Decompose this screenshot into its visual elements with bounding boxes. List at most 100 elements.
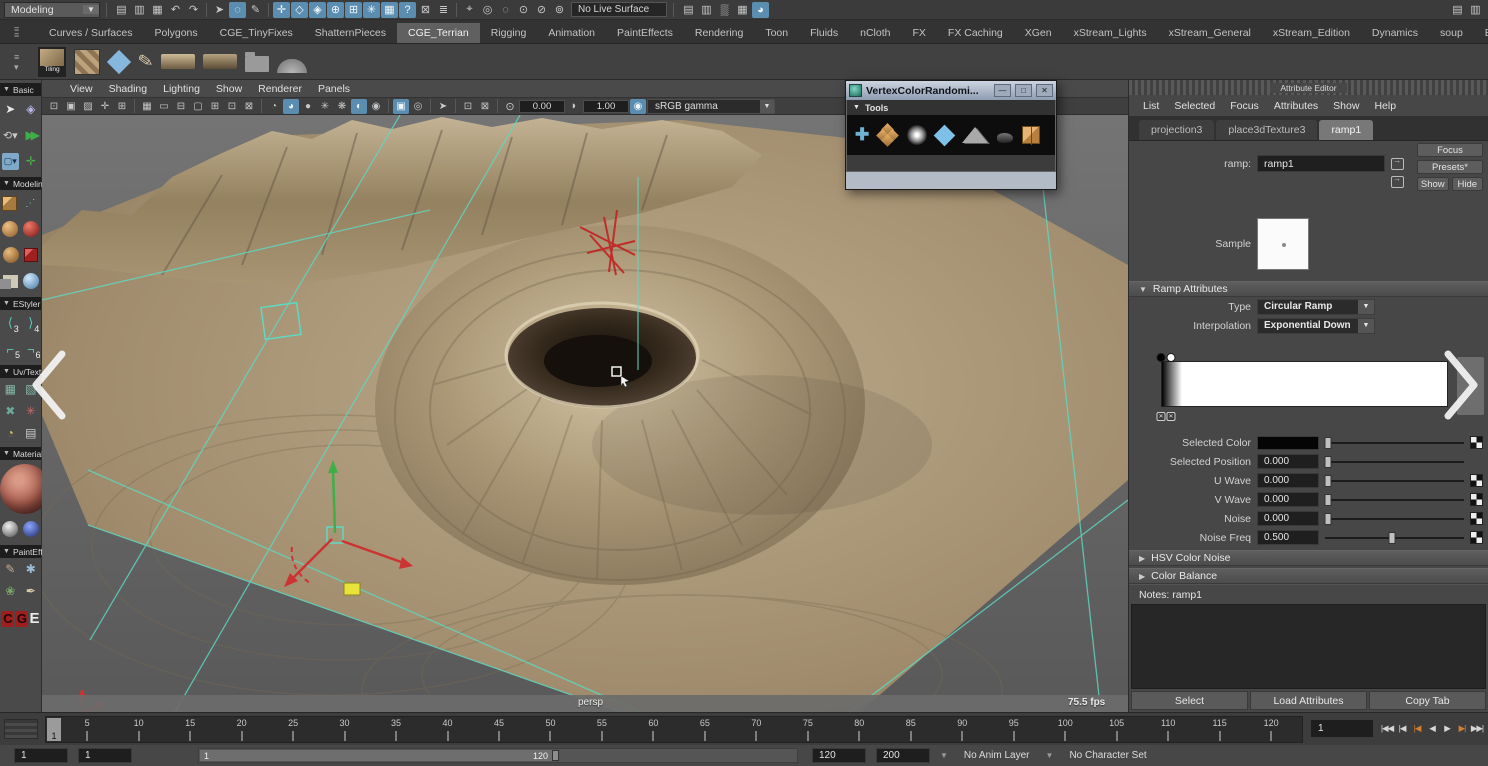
go-to-end-button[interactable]: ▶▶| [1470,718,1484,739]
step-back-key-button[interactable]: |◀ [1410,718,1424,739]
color-balance-section-header[interactable]: ▶ Color Balance [1129,568,1488,584]
ramp-type-dropdown[interactable]: Circular Ramp▼ [1257,299,1375,315]
redo-icon[interactable]: ↷ [185,2,202,18]
shelf-menu-icon[interactable]: ≡≡ [14,26,30,38]
toolbox-section-modeling[interactable]: ▼Modelin [0,177,41,190]
new-scene-icon[interactable]: ▤ [113,2,130,18]
gray-material-icon[interactable] [2,521,18,537]
rotate-tool-icon[interactable]: ⟲▾ [2,127,19,144]
textured-icon[interactable]: ● [300,99,316,114]
cube-tool-icon[interactable] [1022,126,1040,144]
v-wave-map-button[interactable] [1470,493,1483,506]
estyler-tool-5-icon[interactable]: ⌐5 [6,342,14,357]
input-connection-icon[interactable] [1391,158,1404,170]
shelf-item-ink-pen[interactable]: ✎ [136,50,155,73]
blue-blob-icon[interactable] [23,273,39,289]
step-forward-key-button[interactable]: ▶| [1455,718,1469,739]
palette-icon[interactable]: ◔ [2,425,19,442]
brush-icon[interactable]: ✎ [2,561,19,578]
input-counter-icon[interactable]: ≣ [435,2,452,18]
tab-projection3[interactable]: projection3 [1139,120,1214,140]
selected-color-slider-handle[interactable] [1324,437,1331,449]
noise-slider[interactable] [1325,512,1464,526]
toolbox-section-estyler[interactable]: ▼EStyler [0,297,41,310]
menu-selected[interactable]: Selected [1174,100,1215,112]
tab-cge-tinyfixes[interactable]: CGE_TinyFixes [209,23,304,43]
texture-sample-swatch[interactable] [1257,218,1309,270]
estyler-tool-3-icon[interactable]: ⟨3 [8,315,13,331]
noise-freq-map-button[interactable] [1470,531,1483,544]
chevron-down-icon[interactable]: ▼ [1046,751,1054,760]
soft-sphere-tool-icon[interactable] [907,125,927,145]
shelf-item-mountain-strip-a[interactable] [161,54,195,69]
tab-ramp1[interactable]: ramp1 [1319,120,1373,140]
playback-start-field[interactable]: 1 [78,748,132,763]
current-time-field[interactable]: 1 [1310,719,1374,738]
interpolation-dropdown[interactable]: Exponential Down▼ [1257,318,1375,334]
ramp-gradient-widget[interactable]: ✕✕ [1129,339,1488,431]
depth-of-field-icon[interactable]: ◎ [410,99,426,114]
safe-action-icon[interactable]: ⊡ [224,99,240,114]
selected-position-slider[interactable] [1325,455,1464,469]
ramp-stop-handle-0[interactable] [1157,353,1166,362]
noise-freq-field[interactable]: 0.500 [1257,530,1319,545]
output-connection-icon[interactable] [1391,176,1404,188]
shelf-item-tiling[interactable]: Tiling [38,47,66,77]
menu-panels[interactable]: Panels [318,83,350,95]
workspace-icon[interactable]: ▤ [1449,2,1466,18]
gamma-icon[interactable]: ◗ [566,99,582,114]
motion-blur-icon[interactable]: ◉ [368,99,384,114]
highlight-selection-icon[interactable]: ⊙ [515,2,532,18]
noise-slider-handle[interactable] [1324,513,1331,525]
poly-cube-icon[interactable] [2,196,17,211]
menu-set-selector[interactable]: Modeling ▼ [4,2,100,18]
snap-to-curve-icon[interactable]: ◇ [291,2,308,18]
uv-cut-icon[interactable]: ✖ [2,403,19,420]
red-cube-icon[interactable] [24,248,38,262]
ramp-attributes-section-header[interactable]: ▼ Ramp Attributes [1129,281,1488,297]
noise-freq-slider-handle[interactable] [1388,532,1395,544]
select-object-icon[interactable]: ◎ [479,2,496,18]
select-miss-icon[interactable]: ⊘ [533,2,550,18]
timeline-track[interactable]: 1 51015202530354045505560657075808590951… [45,716,1303,743]
show-button[interactable]: Show [1417,177,1449,191]
anim-layer-button[interactable]: No Anim Layer [958,748,1036,763]
safe-title-icon[interactable]: ⊠ [241,99,257,114]
select-tool-icon[interactable]: ➤ [211,2,228,18]
menu-show[interactable]: Show [1333,100,1359,112]
current-frame-marker[interactable]: 1 [47,718,61,741]
render-region-icon[interactable]: ▒ [716,2,733,18]
camera-attributes-icon[interactable]: ⊡ [46,99,62,114]
select-component-icon[interactable]: ◌ [497,2,514,18]
range-end-handle[interactable] [552,750,559,761]
grid-toggle-icon[interactable]: ▦ [139,99,155,114]
shelf-options-icon[interactable]: ≡▾ [14,53,30,71]
range-slider-bar[interactable]: 1 120 [200,750,552,761]
menu-focus[interactable]: Focus [1230,100,1259,112]
snap-to-view-plane-icon[interactable]: ⊞ [345,2,362,18]
construction-history-icon[interactable]: ▦ [381,2,398,18]
next-overlay-arrow[interactable] [1440,348,1482,422]
uv-checker-icon[interactable]: ▦ [2,381,19,398]
flower-brush-icon[interactable]: ❀ [2,583,19,600]
blue-diamond-tool-icon[interactable] [934,124,956,146]
view-transform-dropdown[interactable]: sRGB gamma▼ [647,99,775,114]
menu-view[interactable]: View [70,83,93,95]
make-live-icon[interactable]: ✳ [363,2,380,18]
selected-position-field[interactable]: 0.000 [1257,454,1319,469]
tab-place3dtexture3[interactable]: place3dTexture3 [1216,120,1317,140]
shaded-icon[interactable]: ◕ [283,99,299,114]
gamma-field[interactable]: 1.00 [583,100,629,113]
xray-joints-icon[interactable]: ⊠ [477,99,493,114]
shelf-item-folder[interactable] [245,56,269,72]
menu-list[interactable]: List [1143,100,1159,112]
2d-pan-zoom-icon[interactable]: ✛ [97,99,113,114]
red-sphere-icon[interactable] [23,221,39,237]
tab-xstream-edition[interactable]: xStream_Edition [1262,23,1361,43]
toolbox-section-material[interactable]: ▼Material [0,447,41,460]
tab-polygons[interactable]: Polygons [143,23,208,43]
noise-freq-slider[interactable] [1325,531,1464,545]
attribute-editor-title-bar[interactable]: Attribute Editor [1129,80,1488,95]
diamond-cluster-tool-icon[interactable] [878,125,898,145]
maximize-icon[interactable]: □ [1015,84,1032,97]
